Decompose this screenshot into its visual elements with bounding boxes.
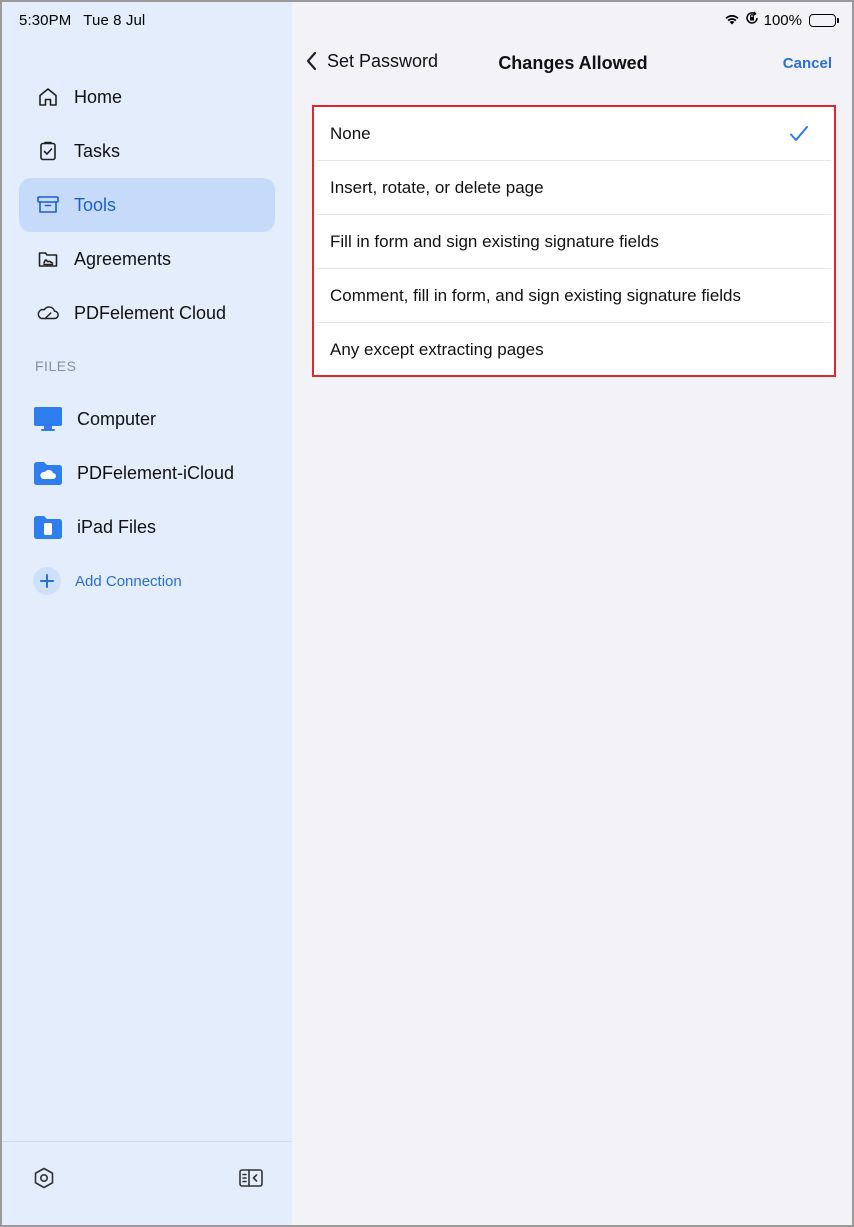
option-any-except-extracting[interactable]: Any except extracting pages [317, 323, 831, 377]
settings-button[interactable] [32, 1166, 56, 1190]
tools-icon [36, 193, 60, 217]
sidebar-item-home[interactable]: Home [19, 70, 275, 124]
option-label: Fill in form and sign existing signature… [330, 231, 659, 251]
sidebar-item-label: Home [74, 86, 123, 107]
navigation-bar: Set Password Changes Allowed Cancel [292, 46, 852, 82]
sidebar-item-label: Tools [74, 194, 117, 215]
option-insert-rotate-delete[interactable]: Insert, rotate, or delete page [317, 161, 831, 215]
status-bar-right: 100% [724, 11, 839, 29]
status-time: 5:30PM [19, 12, 72, 29]
page-title: Changes Allowed [498, 53, 648, 73]
battery-icon [809, 13, 839, 27]
app-window: 5:30PM Tue 8 Jul Home Tasks Tools Agreem… [0, 0, 854, 1227]
option-comment-fill-sign[interactable]: Comment, fill in form, and sign existing… [317, 269, 831, 323]
sidebar-footer [2, 1141, 292, 1225]
wifi-icon [724, 12, 740, 29]
files-section-header: FILES [35, 358, 77, 374]
sidebar-nav: Home Tasks Tools Agreements PDFelement C… [19, 70, 275, 340]
sidebar-item-tasks[interactable]: Tasks [19, 124, 275, 178]
plus-icon [33, 567, 61, 595]
sidebar-item-tools[interactable]: Tools [19, 178, 275, 232]
option-label: Comment, fill in form, and sign existing… [330, 285, 742, 305]
orientation-lock-icon [745, 11, 759, 29]
sidebar-item-label: Agreements [74, 248, 172, 269]
changes-allowed-options: None Insert, rotate, or delete page Fill… [312, 105, 836, 377]
ipad-folder-icon [33, 513, 63, 541]
settings-icon [32, 1167, 56, 1194]
sidebar-item-computer[interactable]: Computer [33, 392, 283, 446]
sidebar: 5:30PM Tue 8 Jul Home Tasks Tools Agreem… [2, 2, 292, 1225]
home-icon [36, 85, 60, 109]
agreements-icon [36, 247, 60, 271]
add-connection-label: Add Connection [75, 572, 182, 590]
option-none[interactable]: None [317, 107, 831, 161]
sidebar-toggle-icon [238, 1169, 264, 1194]
file-item-label: PDFelement-iCloud [77, 462, 235, 483]
cloud-icon [36, 301, 60, 325]
option-label: Any except extracting pages [330, 340, 544, 359]
file-item-label: Computer [77, 408, 157, 429]
battery-percent: 100% [763, 11, 802, 29]
cancel-button[interactable]: Cancel [783, 55, 832, 72]
computer-icon [33, 405, 63, 433]
tasks-icon [36, 139, 60, 163]
option-label: Insert, rotate, or delete page [330, 177, 544, 197]
main-panel: 100% Set Password Changes Allowed Cancel… [292, 2, 852, 1225]
status-bar-left: 5:30PM Tue 8 Jul [19, 12, 153, 29]
sidebar-item-pdfelement-icloud[interactable]: PDFelement-iCloud [33, 446, 283, 500]
sidebar-item-ipad-files[interactable]: iPad Files [33, 500, 283, 554]
option-fill-form-sign[interactable]: Fill in form and sign existing signature… [317, 215, 831, 269]
sidebar-item-pdfelement-cloud[interactable]: PDFelement Cloud [19, 286, 275, 340]
files-list: Computer PDFelement-iCloud iPad Files Ad… [33, 392, 283, 608]
sidebar-item-agreements[interactable]: Agreements [19, 232, 275, 286]
sidebar-item-label: Tasks [74, 140, 121, 161]
checkmark-icon [789, 125, 809, 143]
option-label: None [330, 123, 371, 143]
file-item-label: iPad Files [77, 516, 157, 537]
add-connection-button[interactable]: Add Connection [33, 554, 283, 608]
sidebar-item-label: PDFelement Cloud [74, 302, 227, 323]
status-date: Tue 8 Jul [83, 12, 146, 29]
collapse-sidebar-button[interactable] [238, 1166, 264, 1190]
icloud-folder-icon [33, 459, 63, 487]
